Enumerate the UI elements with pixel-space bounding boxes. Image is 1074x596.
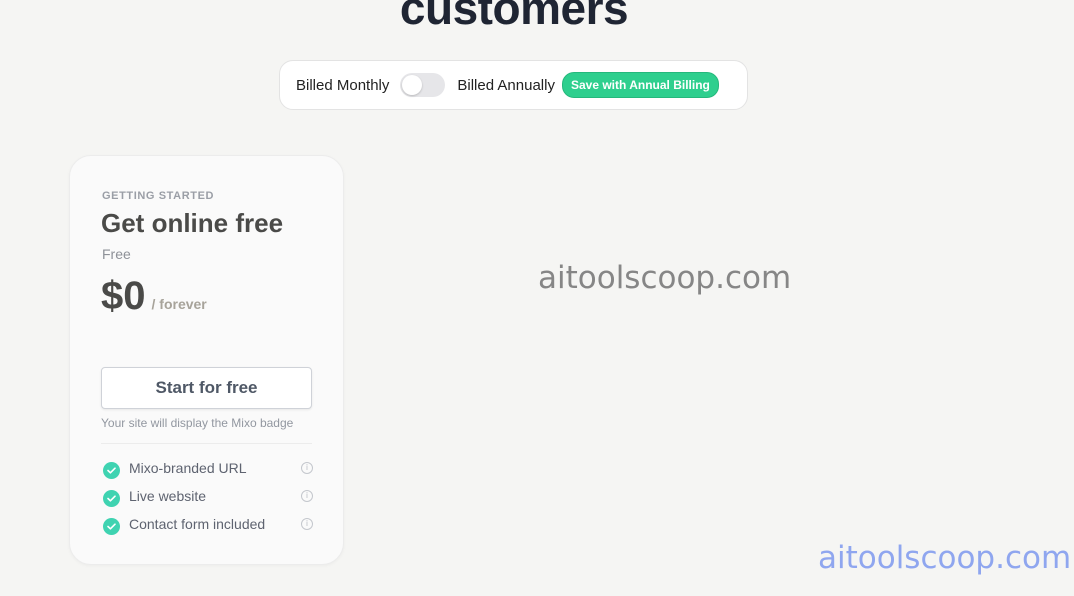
plan-period: / forever — [151, 296, 207, 312]
plan-subtitle: Free — [102, 246, 131, 262]
start-for-free-button[interactable]: Start for free — [101, 367, 312, 409]
list-item: Mixo-branded URL i — [103, 454, 313, 482]
divider — [101, 443, 312, 444]
plan-eyebrow: GETTING STARTED — [102, 190, 215, 202]
badge-note: Your site will display the Mixo badge — [101, 416, 294, 430]
check-icon — [103, 517, 120, 535]
billing-period-selector: Billed Monthly Billed Annually Save with… — [279, 60, 748, 110]
toggle-knob — [402, 75, 423, 95]
info-icon[interactable]: i — [301, 490, 313, 502]
plan-price: $0 — [101, 274, 146, 318]
feature-list: Mixo-branded URL i Live website i Contac… — [103, 454, 313, 538]
watermark-corner: aitoolscoop.com — [818, 540, 1072, 576]
page-heading: customers — [399, 0, 629, 34]
pricing-card-free: GETTING STARTED Get online free Free $0 … — [69, 155, 344, 565]
check-icon — [103, 489, 120, 507]
plan-title: Get online free — [101, 208, 284, 238]
list-item: Live website i — [103, 482, 313, 510]
feature-label: Mixo-branded URL — [129, 460, 247, 476]
save-annual-badge: Save with Annual Billing — [561, 72, 719, 98]
watermark-center: aitoolscoop.com — [538, 260, 792, 296]
check-icon — [103, 461, 120, 479]
plan-price-row: $0 / forever — [101, 274, 207, 319]
list-item: Contact form included i — [103, 510, 313, 538]
info-icon[interactable]: i — [301, 518, 313, 530]
feature-label: Live website — [129, 488, 207, 504]
billed-monthly-label[interactable]: Billed Monthly — [296, 77, 389, 94]
feature-label: Contact form included — [129, 516, 266, 532]
billed-annually-label[interactable]: Billed Annually — [457, 77, 555, 94]
info-icon[interactable]: i — [301, 462, 313, 474]
billing-toggle-switch[interactable] — [400, 73, 446, 97]
